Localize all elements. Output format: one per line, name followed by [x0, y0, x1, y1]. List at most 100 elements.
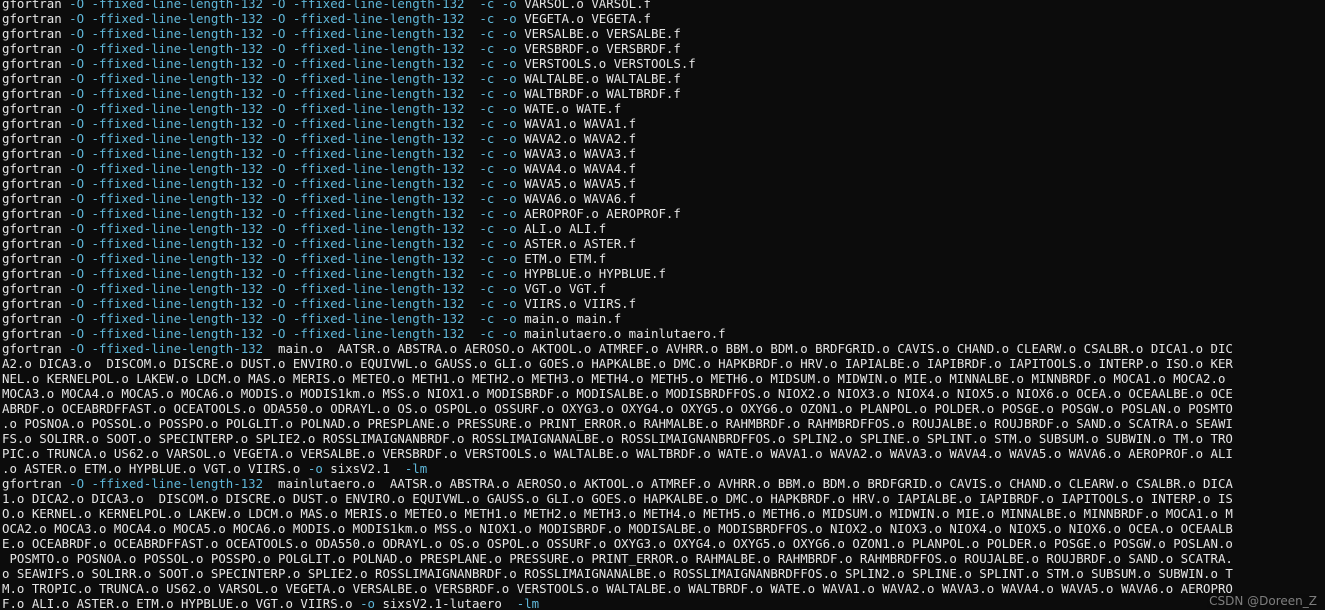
compiler-flag: -lm — [404, 461, 428, 476]
terminal-text: gfortran — [2, 221, 70, 236]
terminal-text: NEL.o KERNELPOL.o LAKEW.o LDCM.o MAS.o M… — [2, 371, 1226, 386]
terminal-text: WAVA6.o WAVA6.f — [516, 191, 637, 206]
terminal-line: F.o ALI.o ASTER.o ETM.o HYPBLUE.o VGT.o … — [0, 596, 1325, 610]
compiler-flag: -o — [307, 461, 323, 476]
terminal-line: gfortran -O -ffixed-line-length-132 -O -… — [0, 11, 1325, 26]
compiler-flag: -O -ffixed-line-length-132 -O -ffixed-li… — [69, 311, 517, 326]
terminal-line: gfortran -O -ffixed-line-length-132 main… — [0, 341, 1325, 356]
terminal-text: 1.o DICA2.o DICA3.o DISCOM.o DISCRE.o DU… — [2, 491, 1233, 506]
terminal-text: OCA2.o MOCA3.o MOCA4.o MOCA5.o MOCA6.o M… — [2, 521, 1233, 536]
terminal-text: gfortran — [2, 191, 70, 206]
compiler-flag: -O -ffixed-line-length-132 -O -ffixed-li… — [69, 266, 517, 281]
compiler-flag: -O -ffixed-line-length-132 -O -ffixed-li… — [69, 11, 517, 26]
compiler-flag: -O -ffixed-line-length-132 -O -ffixed-li… — [69, 0, 517, 11]
terminal-line: MOCA3.o MOCA4.o MOCA5.o MOCA6.o MODIS.o … — [0, 386, 1325, 401]
terminal-line: E.o OCEABRDF.o OCEABRDFFAST.o OCEATOOLS.… — [0, 536, 1325, 551]
compiler-flag: -O -ffixed-line-length-132 -O -ffixed-li… — [69, 41, 517, 56]
terminal-line: NEL.o KERNELPOL.o LAKEW.o LDCM.o MAS.o M… — [0, 371, 1325, 386]
terminal-line: FS.o SOLIRR.o SOOT.o SPECINTERP.o SPLIE2… — [0, 431, 1325, 446]
compiler-flag: -O -ffixed-line-length-132 -O -ffixed-li… — [69, 101, 517, 116]
compiler-flag: -O -ffixed-line-length-132 -O -ffixed-li… — [69, 71, 517, 86]
terminal-line: POSMTO.o POSNOA.o POSSOL.o POSSPO.o POLG… — [0, 551, 1325, 566]
terminal-text: FS.o SOLIRR.o SOOT.o SPECINTERP.o SPLIE2… — [2, 431, 1233, 446]
terminal-text: gfortran — [2, 11, 70, 26]
terminal-text: main.o main.f — [516, 311, 622, 326]
terminal-text: main.o AATSR.o ABSTRA.o AEROSO.o AKTOOL.… — [263, 341, 1233, 356]
terminal-text: gfortran — [2, 476, 70, 491]
compiler-flag: -O -ffixed-line-length-132 -O -ffixed-li… — [69, 296, 517, 311]
terminal-text: gfortran — [2, 41, 70, 56]
terminal-line: gfortran -O -ffixed-line-length-132 -O -… — [0, 311, 1325, 326]
terminal-line: gfortran -O -ffixed-line-length-132 -O -… — [0, 266, 1325, 281]
terminal-line: gfortran -O -ffixed-line-length-132 -O -… — [0, 236, 1325, 251]
terminal-text: gfortran — [2, 0, 70, 11]
compiler-flag: -O -ffixed-line-length-132 -O -ffixed-li… — [69, 281, 517, 296]
terminal-text: gfortran — [2, 281, 70, 296]
compiler-flag: -O -ffixed-line-length-132 — [69, 476, 264, 491]
terminal-text: WAVA3.o WAVA3.f — [516, 146, 637, 161]
terminal-line: gfortran -O -ffixed-line-length-132 -O -… — [0, 26, 1325, 41]
terminal-text: gfortran — [2, 101, 70, 116]
compiler-flag: -lm — [516, 596, 540, 610]
terminal-text: gfortran — [2, 71, 70, 86]
compiler-flag: -O -ffixed-line-length-132 -O -ffixed-li… — [69, 161, 517, 176]
terminal-text: gfortran — [2, 26, 70, 41]
compiler-flag: -O -ffixed-line-length-132 -O -ffixed-li… — [69, 116, 517, 131]
terminal-line: gfortran -O -ffixed-line-length-132 -O -… — [0, 146, 1325, 161]
terminal-text: gfortran — [2, 251, 70, 266]
terminal-line: gfortran -O -ffixed-line-length-132 -O -… — [0, 221, 1325, 236]
terminal-text: gfortran — [2, 326, 70, 341]
compiler-flag: -O -ffixed-line-length-132 -O -ffixed-li… — [69, 326, 517, 341]
terminal-text: POSMTO.o POSNOA.o POSSOL.o POSSPO.o POLG… — [2, 551, 1233, 566]
terminal-text: PIC.o TRUNCA.o US62.o VARSOL.o VEGETA.o … — [2, 446, 1233, 461]
terminal-text: ASTER.o ASTER.f — [516, 236, 637, 251]
terminal-text: WAVA1.o WAVA1.f — [516, 116, 637, 131]
terminal-text: M.o TROPIC.o TRUNCA.o US62.o VARSOL.o VE… — [2, 581, 1233, 596]
terminal-line: OCA2.o MOCA3.o MOCA4.o MOCA5.o MOCA6.o M… — [0, 521, 1325, 536]
terminal-text: o SEAWIFS.o SOLIRR.o SOOT.o SPECINTERP.o… — [2, 566, 1233, 581]
terminal-text: WAVA5.o WAVA5.f — [516, 176, 637, 191]
terminal-line: gfortran -O -ffixed-line-length-132 -O -… — [0, 191, 1325, 206]
compiler-flag: -O -ffixed-line-length-132 -O -ffixed-li… — [69, 146, 517, 161]
terminal-text: A2.o DICA3.o DISCOM.o DISCRE.o DUST.o EN… — [2, 356, 1233, 371]
terminal-text: VEGETA.o VEGETA.f — [516, 11, 652, 26]
compiler-flag: -O -ffixed-line-length-132 -O -ffixed-li… — [69, 206, 517, 221]
terminal-text: gfortran — [2, 116, 70, 131]
terminal-text: gfortran — [2, 296, 70, 311]
terminal-line: gfortran -O -ffixed-line-length-132 -O -… — [0, 161, 1325, 176]
compiler-flag: -O -ffixed-line-length-132 — [69, 341, 264, 356]
terminal-line: gfortran -O -ffixed-line-length-132 main… — [0, 476, 1325, 491]
terminal-text: gfortran — [2, 86, 70, 101]
terminal-text: F.o ALI.o ASTER.o ETM.o HYPBLUE.o VGT.o … — [2, 596, 361, 610]
terminal-text: ABRDF.o OCEABRDFFAST.o OCEATOOLS.o ODA55… — [2, 401, 1233, 416]
terminal-text: O.o KERNEL.o KERNELPOL.o LAKEW.o LDCM.o … — [2, 506, 1233, 521]
terminal-line: gfortran -O -ffixed-line-length-132 -O -… — [0, 41, 1325, 56]
compiler-flag: -O -ffixed-line-length-132 -O -ffixed-li… — [69, 236, 517, 251]
terminal-text: sixsV2.1 — [322, 461, 405, 476]
terminal-line: .o POSNOA.o POSSOL.o POSSPO.o POLGLIT.o … — [0, 416, 1325, 431]
terminal-text: WATE.o WATE.f — [516, 101, 622, 116]
terminal-text: HYPBLUE.o HYPBLUE.f — [516, 266, 666, 281]
terminal-line: gfortran -O -ffixed-line-length-132 -O -… — [0, 0, 1325, 11]
terminal-text: gfortran — [2, 56, 70, 71]
terminal-line: gfortran -O -ffixed-line-length-132 -O -… — [0, 176, 1325, 191]
compiler-flag: -O -ffixed-line-length-132 -O -ffixed-li… — [69, 56, 517, 71]
terminal-line: M.o TROPIC.o TRUNCA.o US62.o VARSOL.o VE… — [0, 581, 1325, 596]
terminal-text: WAVA2.o WAVA2.f — [516, 131, 637, 146]
terminal-output[interactable]: gfortran -O -ffixed-line-length-132 -O -… — [0, 0, 1325, 610]
terminal-text: gfortran — [2, 131, 70, 146]
terminal-text: ALI.o ALI.f — [516, 221, 607, 236]
terminal-line: gfortran -O -ffixed-line-length-132 -O -… — [0, 296, 1325, 311]
compiler-flag: -O -ffixed-line-length-132 -O -ffixed-li… — [69, 221, 517, 236]
terminal-line: gfortran -O -ffixed-line-length-132 -O -… — [0, 56, 1325, 71]
terminal-text: VARSOL.o VARSOL.f — [516, 0, 652, 11]
terminal-line: PIC.o TRUNCA.o US62.o VARSOL.o VEGETA.o … — [0, 446, 1325, 461]
terminal-line: gfortran -O -ffixed-line-length-132 -O -… — [0, 131, 1325, 146]
terminal-text: MOCA3.o MOCA4.o MOCA5.o MOCA6.o MODIS.o … — [2, 386, 1233, 401]
terminal-text: ETM.o ETM.f — [516, 251, 607, 266]
terminal-text: WALTALBE.o WALTALBE.f — [516, 71, 681, 86]
terminal-text: VERSTOOLS.o VERSTOOLS.f — [516, 56, 696, 71]
terminal-text: gfortran — [2, 311, 70, 326]
terminal-line: ABRDF.o OCEABRDFFAST.o OCEATOOLS.o ODA55… — [0, 401, 1325, 416]
compiler-flag: -O -ffixed-line-length-132 -O -ffixed-li… — [69, 176, 517, 191]
